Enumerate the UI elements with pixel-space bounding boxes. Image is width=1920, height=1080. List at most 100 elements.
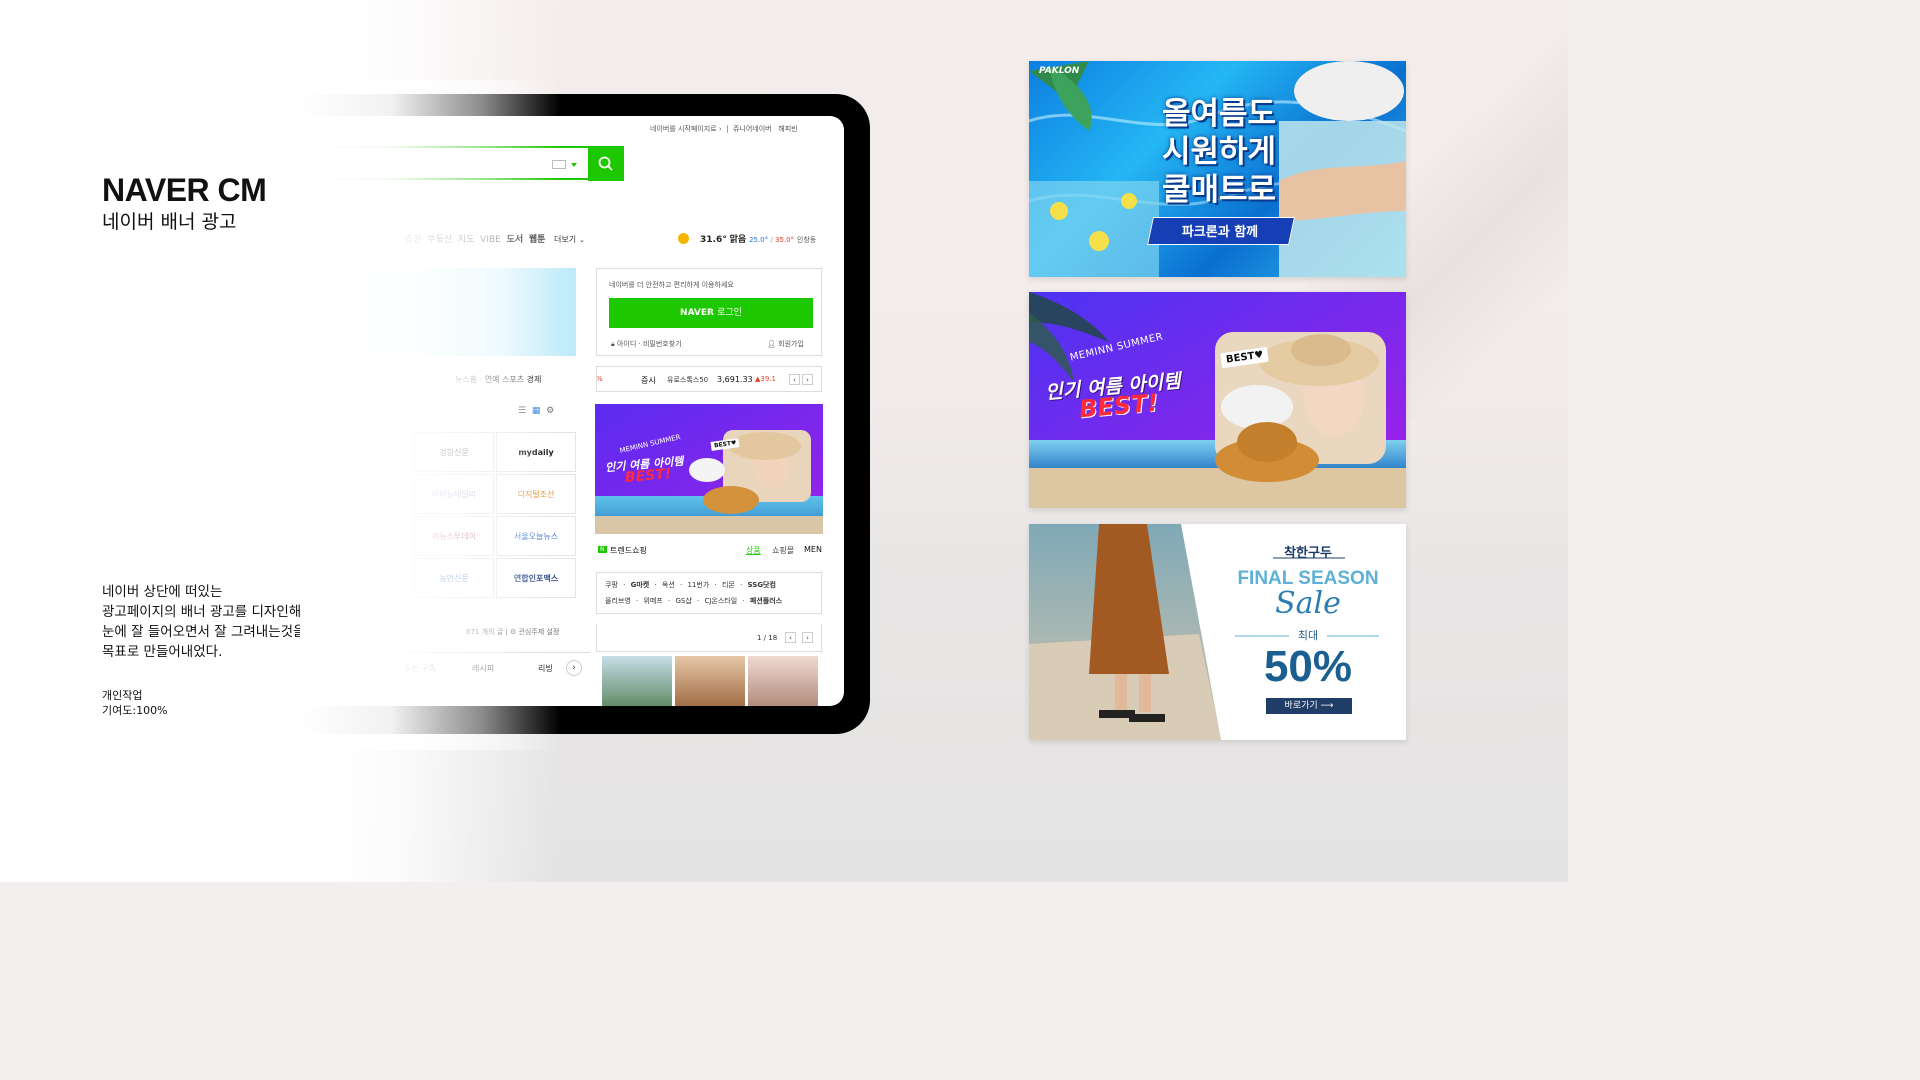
headline-line: 올여름도 xyxy=(1161,96,1277,132)
login-button-text: 로그인 xyxy=(717,308,742,318)
login-button-brand: NAVER xyxy=(680,308,714,318)
content-tabs: 추천·구독 레시피 리빙 › xyxy=(300,652,590,683)
chevron-right-icon: › xyxy=(718,125,724,133)
tab-entertainment[interactable]: 연예 xyxy=(485,375,500,384)
shop-link[interactable]: SSG닷컴 xyxy=(748,581,776,589)
search-input[interactable] xyxy=(300,146,590,180)
nav-more-button[interactable]: 더보기 xyxy=(554,235,576,244)
tab-living[interactable]: 리빙 xyxy=(538,663,553,674)
banner-summer-best[interactable]: MEMINN SUMMER 인기 여름 아이템 BEST! BEST♥ xyxy=(1029,292,1406,508)
login-box: 네이버를 더 안전하고 편리하게 이용하세요 NAVER 로그인 🔒︎ 아이디 … xyxy=(596,268,822,356)
max-label: 최대 xyxy=(1297,629,1319,642)
gear-icon: ⚙ xyxy=(509,628,517,636)
tab-sports[interactable]: 스포츠 xyxy=(502,375,524,384)
news-tabs: 뉴스홈 · 연예 스포츠 경제 xyxy=(455,375,542,384)
search-icon xyxy=(598,156,613,171)
press-item[interactable]: 연합인포맥스 xyxy=(496,558,576,598)
top-utility-bar: 네이버를 시작페이지로 › | 쥬니어네이버 해피빈 xyxy=(650,125,798,133)
coolmat-tagline: 파크론과 함께 xyxy=(1181,225,1259,240)
trend-title[interactable]: 트렌드쇼핑 xyxy=(610,545,647,556)
stock-next-button[interactable]: › xyxy=(802,374,813,385)
pager-prev-button[interactable]: ‹ xyxy=(785,632,796,643)
banner-coolmat[interactable]: PAKLON 올여름도 시원하게 쿨매트로 파크론과 함께 xyxy=(1029,61,1406,277)
go-now-button[interactable]: 바로가기 ⟶ xyxy=(1266,698,1352,714)
interest-setting-link[interactable]: 관심주제 설정 xyxy=(518,628,559,636)
tab-recipe[interactable]: 레시피 xyxy=(472,663,494,674)
signup-link[interactable]: 👤︎ 회원가입 xyxy=(767,339,804,349)
paklon-logo: PAKLON xyxy=(1039,66,1080,76)
list-view-icon[interactable]: ☰ xyxy=(518,406,526,416)
find-account-link[interactable]: 🔒︎ 아이디 · 비밀번호찾기 xyxy=(611,339,682,349)
project-meta: 개인작업 기여도:100% xyxy=(102,688,168,718)
signup-label: 회원가입 xyxy=(778,340,804,348)
shop-row-2: 올리브영 · 위메프 · GS샵 · CJ온스타일 · 패션플러스 xyxy=(605,597,783,605)
grid-view-icon[interactable]: ▦ xyxy=(532,406,541,416)
tab-newshome[interactable]: 뉴스홈 xyxy=(455,375,477,384)
tablet-mockup: 네이버를 시작페이지로 › | 쥬니어네이버 해피빈 증권 부동산 지도 VIB… xyxy=(300,94,870,734)
nav-item-vibe[interactable]: VIBE xyxy=(480,235,501,245)
weather-temp: 31.6° xyxy=(700,235,727,245)
start-page-link[interactable]: 네이버를 시작페이지로 xyxy=(650,125,717,133)
user-icon: 👤︎ xyxy=(767,340,779,348)
stock-value: 3,691.33 xyxy=(717,375,753,384)
nav-item-books[interactable]: 도서 xyxy=(507,235,524,245)
pager-next-button[interactable]: › xyxy=(802,632,813,643)
shop-row-1: 쿠팡 · G마켓 · 옥션 · 11번가 · 티몬 · SSG닷컴 xyxy=(605,581,776,589)
tabs-next-button[interactable]: › xyxy=(566,660,582,676)
tab-recommend[interactable]: 추천·구독 xyxy=(404,663,436,674)
stock-label: 증시 xyxy=(641,376,656,385)
weather-low: 25.0° xyxy=(749,236,769,244)
shopping-links: 쿠팡 · G마켓 · 옥션 · 11번가 · 티몬 · SSG닷컴 올리브영 ·… xyxy=(596,572,822,614)
shop-link[interactable]: 옥션 xyxy=(662,581,675,589)
press-item[interactable]: 서울오늘뉴스 xyxy=(496,516,576,556)
shop-link[interactable]: 위메프 xyxy=(643,597,662,605)
trend-tab-products[interactable]: 상품 xyxy=(746,545,761,556)
brand-name: 착한구두 xyxy=(1284,546,1332,561)
tab-economy[interactable]: 경제 xyxy=(527,375,542,384)
product-thumb[interactable] xyxy=(602,656,672,706)
top-ad-banner[interactable] xyxy=(304,268,576,356)
product-thumb[interactable] xyxy=(748,656,818,706)
banner-final-sale[interactable]: 착한구두 FINAL SEASON Sale 최대 50% 바로가기 ⟶ xyxy=(1029,524,1406,740)
happybean-link[interactable]: 해피빈 xyxy=(778,125,797,133)
press-item[interactable]: 아이뉴데일리 xyxy=(414,474,494,514)
find-account-label: 아이디 · 비밀번호찾기 xyxy=(616,340,682,348)
login-prompt: 네이버를 더 안전하고 편리하게 이용하세요 xyxy=(609,281,734,289)
login-button[interactable]: NAVER 로그인 xyxy=(609,298,813,328)
weather-widget[interactable]: 31.6° 맑음 25.0° / 35.0° 인창동 xyxy=(700,232,816,245)
shop-link[interactable]: G마켓 xyxy=(631,581,650,589)
shop-link[interactable]: 티몬 xyxy=(722,581,735,589)
nav-item-realestate[interactable]: 부동산 xyxy=(427,235,452,245)
nav-item-map[interactable]: 지도 xyxy=(458,235,475,245)
shop-link[interactable]: 올리브영 xyxy=(605,597,631,605)
product-thumb[interactable] xyxy=(675,656,745,706)
gear-icon[interactable]: ⚙ xyxy=(546,406,554,416)
caret-down-icon[interactable] xyxy=(571,163,577,167)
press-item[interactable]: 경향신문 xyxy=(414,432,494,472)
stock-prev-button[interactable]: ‹ xyxy=(789,374,800,385)
trend-tab-malls[interactable]: 쇼핑몰 xyxy=(772,545,794,556)
shop-link[interactable]: 11번가 xyxy=(687,581,709,589)
press-item[interactable]: 농민신문 xyxy=(414,558,494,598)
keyboard-icon[interactable] xyxy=(552,160,566,169)
nav-item-webtoon[interactable]: 웹툰 xyxy=(529,235,546,245)
meta-contribution: 기여도:100% xyxy=(102,704,168,717)
shop-link[interactable]: 패션플러스 xyxy=(750,597,782,605)
search-button[interactable] xyxy=(588,146,624,181)
weather-location: 인창동 xyxy=(796,236,817,244)
weather-separator: / xyxy=(768,236,775,244)
headline-line: 시원하게 xyxy=(1161,134,1277,170)
portfolio-title: NAVER CM xyxy=(102,172,267,208)
nav-item-stocks[interactable]: 증권 xyxy=(405,235,422,245)
shop-link[interactable]: GS샵 xyxy=(675,597,691,605)
stock-ticker[interactable]: 증시 유로스톡스50 3,691.33 ▲39.1 ‹ › xyxy=(596,366,822,392)
junior-link[interactable]: 쥬니어네이버 xyxy=(733,125,772,133)
shop-link[interactable]: CJ온스타일 xyxy=(704,597,737,605)
press-item[interactable]: 이뉴스투데이 xyxy=(414,516,494,556)
press-item[interactable]: mydaily xyxy=(496,432,576,472)
post-count: 671 개의 글 xyxy=(466,628,504,636)
press-item[interactable]: 디지털조선 xyxy=(496,474,576,514)
shop-link[interactable]: 쿠팡 xyxy=(605,581,618,589)
side-ad-banner[interactable]: MEMINN SUMMER 인기 여름 아이템 BEST! BEST♥ xyxy=(595,404,823,534)
trend-tab-men[interactable]: MEN xyxy=(804,545,822,554)
